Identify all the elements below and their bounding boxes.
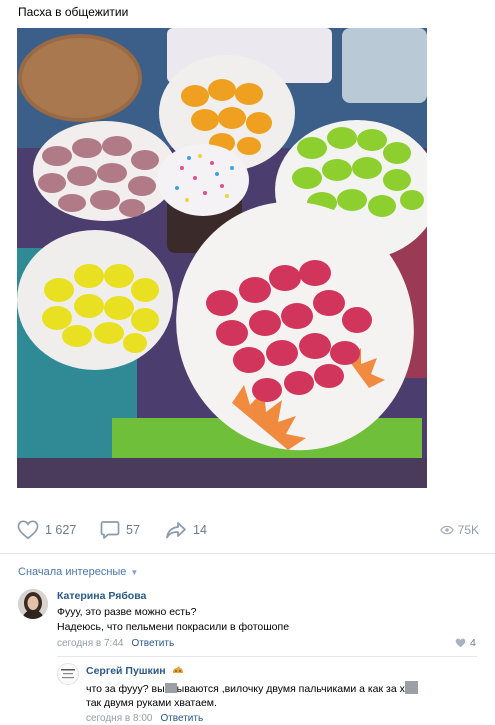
- sort-label: Сначала интересные: [18, 566, 127, 578]
- comment-text-part: ываются ,вилочку двумя пальчиками а как …: [176, 683, 405, 695]
- comment-author[interactable]: Катерина Рябова: [57, 590, 146, 602]
- comments-sort-dropdown[interactable]: Сначала интересные ▼: [18, 566, 138, 578]
- comment-author[interactable]: Сергей Пушкин: [86, 665, 184, 677]
- comment-text-line: Фууу, это разве можно есть?: [57, 606, 197, 618]
- chevron-down-icon: ▼: [130, 567, 139, 577]
- avatar-logo: [58, 664, 78, 684]
- comment-count: 57: [126, 523, 140, 537]
- avatar-photo: [18, 589, 48, 619]
- comment-author-name: Сергей Пушкин: [86, 665, 166, 677]
- censor-block: [164, 683, 177, 693]
- comment-time[interactable]: сегодня в 7:44: [57, 638, 123, 649]
- reply-button[interactable]: Ответить: [131, 638, 174, 649]
- comment-button[interactable]: 57: [100, 518, 140, 542]
- post-actions: 1 627 57 14 75K: [17, 518, 479, 542]
- like-count: 1 627: [45, 523, 77, 537]
- comment-like-button[interactable]: 4: [455, 637, 476, 649]
- photo-easter-dumplings: [17, 28, 427, 488]
- share-icon: [166, 522, 186, 539]
- comment-meta: сегодня в 8:00 Ответить: [86, 713, 203, 724]
- comment-text-line: Надеюсь, что пельмени покрасили в фотошо…: [57, 621, 290, 633]
- comment-icon: [100, 521, 120, 539]
- avatar[interactable]: [18, 589, 48, 619]
- censor-block: [404, 681, 418, 694]
- comment-text-line: так двумя руками хватаем.: [86, 697, 217, 709]
- eye-icon: [439, 525, 454, 535]
- emoji-icon: [172, 666, 183, 673]
- share-button[interactable]: 14: [165, 518, 207, 542]
- divider: [57, 656, 477, 657]
- comment-like-count: 4: [470, 637, 476, 649]
- comment-time[interactable]: сегодня в 8:00: [86, 713, 152, 724]
- views-counter: 75K: [439, 518, 479, 542]
- comment-text-line: что за фууу? вы ываются ,вилочку двумя па…: [86, 681, 418, 696]
- comment-text-part: что за фууу? вы: [86, 683, 165, 695]
- heart-icon: [17, 520, 39, 540]
- heart-icon: [455, 638, 466, 648]
- avatar[interactable]: [57, 663, 79, 685]
- views-count: 75K: [457, 523, 479, 537]
- reply-button[interactable]: Ответить: [160, 713, 203, 724]
- post-title: Пасха в общежитии: [18, 5, 129, 19]
- comment-meta: сегодня в 7:44 Ответить: [57, 638, 174, 649]
- share-count: 14: [193, 523, 207, 537]
- like-button[interactable]: 1 627: [17, 518, 76, 542]
- post-photo[interactable]: [17, 28, 427, 488]
- divider: [0, 553, 495, 554]
